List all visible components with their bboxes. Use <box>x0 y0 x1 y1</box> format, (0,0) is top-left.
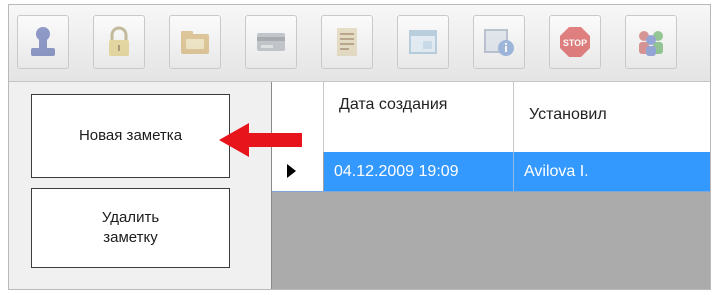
grid-header: Дата создания Установил <box>272 82 710 153</box>
info-icon <box>484 29 514 56</box>
actions-panel: Новая заметка Удалить заметку <box>9 82 271 289</box>
users-button[interactable] <box>625 15 677 69</box>
notes-icon <box>337 28 357 56</box>
column-header-set-by-label: Установил <box>529 106 607 123</box>
lock-icon <box>109 26 129 56</box>
cell-date[interactable]: 04.12.2009 19:09 <box>324 152 514 191</box>
users-icon <box>639 31 663 56</box>
current-row-arrow-icon <box>287 164 296 178</box>
new-note-button[interactable]: Новая заметка <box>31 94 230 178</box>
window-button[interactable] <box>397 15 449 69</box>
user-stamp-button[interactable] <box>17 15 69 69</box>
table-row[interactable]: 04.12.2009 19:09 Avilova I. <box>272 152 710 192</box>
folder-button[interactable] <box>169 15 221 69</box>
folder-icon <box>181 31 209 54</box>
card-icon <box>257 33 285 51</box>
new-note-label: Новая заметка <box>78 127 183 144</box>
toolbar: STOP <box>9 5 710 82</box>
notes-window: STOP Новая заметка Удалить заметку Дата … <box>8 4 711 290</box>
info-button[interactable] <box>473 15 525 69</box>
lock-button[interactable] <box>93 15 145 69</box>
stop-sign-label: STOP <box>563 38 587 48</box>
delete-note-button[interactable]: Удалить заметку <box>31 188 230 268</box>
column-header-set-by[interactable]: Установил <box>514 82 710 152</box>
user-stamp-icon <box>31 27 55 56</box>
delete-note-label: Удалить заметку <box>101 209 160 246</box>
notes-grid: Дата создания Установил 04.12.2009 19:09… <box>271 82 710 289</box>
notes-button[interactable] <box>321 15 373 69</box>
window-icon <box>409 30 437 54</box>
red-arrow-icon <box>219 123 302 157</box>
row-selector[interactable] <box>272 152 324 191</box>
card-button[interactable] <box>245 15 297 69</box>
cell-set-by[interactable]: Avilova I. <box>514 152 710 191</box>
column-header-date[interactable]: Дата создания <box>324 82 514 152</box>
stop-button[interactable]: STOP <box>549 15 601 69</box>
stop-sign-icon: STOP <box>560 27 590 57</box>
column-header-date-label: Дата создания <box>339 96 448 113</box>
